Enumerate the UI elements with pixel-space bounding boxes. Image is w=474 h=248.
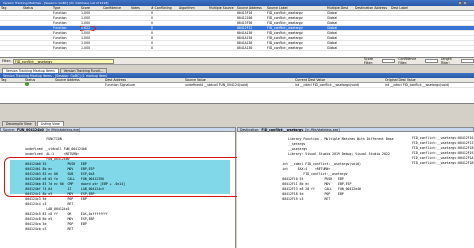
length-filter-input[interactable] <box>460 59 474 63</box>
minimize-icon[interactable] <box>458 1 462 5</box>
source-code-line: 004124cb c3 RET <box>8 227 74 231</box>
source-path: [in /file/stateless.exe] <box>45 127 81 132</box>
table-row[interactable]: Function 1.000 0 0041A130 FID_conflict:_… <box>0 46 474 51</box>
dest-label: Destination: <box>240 127 260 132</box>
score-filter-label: Score Filter: <box>364 57 373 65</box>
score-annotation-circle <box>80 25 96 31</box>
col-status[interactable]: Status <box>22 6 52 10</box>
view-tabs: Decompile View Listing View <box>2 120 65 126</box>
col-type[interactable]: Type <box>52 6 80 10</box>
col-confidence[interactable]: Confidence <box>102 6 130 10</box>
markup-col-tag[interactable]: Tag <box>0 78 24 82</box>
matches-table-body: Function 1.000 0 00413F10 FID_conflict:_… <box>0 11 474 51</box>
col-source-address[interactable]: Source Address <box>236 6 266 10</box>
dest-code-line: 00412F19 c3 RET <box>265 197 331 201</box>
col-votes[interactable]: Votes <box>130 6 150 10</box>
markup-row[interactable]: Function Signature undefined4 __stdcall … <box>0 82 474 88</box>
dest-listing: Library Function - Multiple Matches With… <box>237 132 474 248</box>
tab-listing-view[interactable]: Listing View <box>36 121 64 126</box>
filter-input[interactable]: FID_conflict:__wsetargv <box>12 58 114 64</box>
markup-col-source-address[interactable]: Source Address <box>54 78 104 82</box>
col-algorithm[interactable]: Algorithm <box>178 6 208 10</box>
code-annotation-box <box>4 157 264 197</box>
confidence-filter-label: Confidence Filter: <box>398 57 417 65</box>
dest-xref[interactable]: FID_conflict:__wsetargv:00412F1B <box>412 161 473 166</box>
length-filter-label: Length Filter: <box>440 57 452 65</box>
markup-table: Tag Status Source Address Dest Address S… <box>0 78 474 104</box>
markup-col-original-dest[interactable]: Original Dest Value <box>384 78 474 82</box>
filter-label: Filter: <box>2 59 11 63</box>
markup-col-current-dest[interactable]: Current Dest Value <box>294 78 384 82</box>
col-score[interactable]: Score <box>80 6 102 10</box>
filter-bar: Filter: FID_conflict:__wsetargv Score Fi… <box>0 57 474 65</box>
col-multiple-dest[interactable]: Multiple Dest <box>326 6 354 10</box>
col-multiple-source[interactable]: Multiple Source <box>208 6 236 10</box>
source-function-name: FUN_004124b0 <box>17 127 44 132</box>
matches-table: Tag Status Type Score Confidence Votes #… <box>0 6 474 58</box>
confidence-filter-input[interactable] <box>424 59 438 63</box>
tab-decompile-view[interactable]: Decompile View <box>2 121 36 126</box>
markup-col-dest-address[interactable]: Dest Address <box>104 78 184 82</box>
dest-path: [in /file/stateless.exe] <box>305 127 340 132</box>
col-tag[interactable]: Tag <box>0 6 22 10</box>
col-dest-address[interactable]: Destination Address <box>354 6 390 10</box>
dest-function-name: FID_conflict:__wsetargv <box>261 127 304 132</box>
status-icon <box>25 82 29 86</box>
col-dest-label[interactable]: Dest Label <box>390 6 440 10</box>
window-title: Version Tracking Matches - [Session: GoB… <box>3 1 109 5</box>
markup-col-source-value[interactable]: Source Value <box>184 78 294 82</box>
source-label: Source: <box>3 127 16 132</box>
window-controls <box>458 1 472 10</box>
score-filter-input[interactable] <box>382 59 396 63</box>
col-source-label[interactable]: Source Label <box>266 6 326 10</box>
maximize-icon[interactable] <box>463 1 467 5</box>
col-conflicting[interactable]: # Conflicting <box>150 6 178 10</box>
